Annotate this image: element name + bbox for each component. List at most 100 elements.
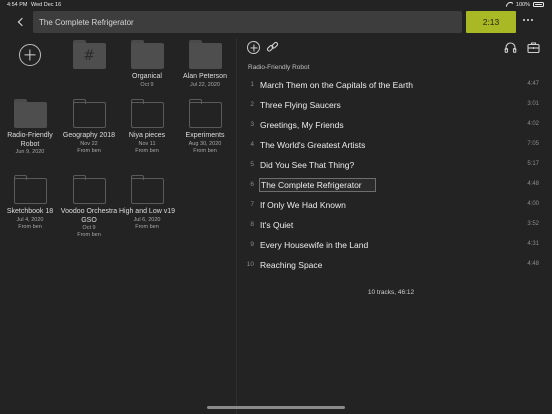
hash-folder-icon: # (72, 40, 106, 69)
track-row[interactable]: 2 Three Flying Saucers 3:01 (240, 95, 542, 115)
folder-owner: From ben (18, 223, 42, 230)
back-button[interactable] (12, 14, 28, 30)
folder-date: Oct 9 (140, 81, 154, 88)
track-duration: 4:00 (527, 201, 539, 207)
track-duration: 5:17 (527, 161, 539, 167)
track-row[interactable]: 7 If Only We Had Known 4:00 (240, 195, 542, 215)
folder-item[interactable]: Niya pieces Nov 11 From ben (118, 99, 176, 155)
tag-folder[interactable]: # (60, 40, 118, 73)
shared-folder-icon (130, 99, 164, 128)
folder-name: Organical (132, 73, 162, 80)
track-title: Did You See That Thing? (260, 160, 355, 170)
track-row[interactable]: 1 March Them on the Capitals of the Earth… (240, 75, 542, 95)
shared-folder-icon (130, 175, 164, 204)
folder-owner: From ben (77, 232, 101, 238)
timer-button[interactable]: 2:13 (466, 11, 516, 33)
track-row[interactable]: 9 Every Housewife in the Land 4:31 (240, 235, 542, 255)
folder-date: Jul 22, 2020 (190, 81, 220, 88)
shared-folder-icon (188, 99, 222, 128)
folder-date: Jul 4, 2020 (16, 216, 44, 223)
folder-name: Experiments (185, 132, 225, 139)
battery-percent: 100% (515, 1, 530, 8)
more-button[interactable] (521, 16, 535, 24)
home-indicator[interactable] (207, 406, 345, 409)
track-number: 7 (250, 201, 254, 208)
song-title-field[interactable]: The Complete Refrigerator (33, 11, 462, 33)
folder-date: Aug 30, 2020 (188, 140, 222, 147)
shared-folder-icon (72, 175, 106, 204)
track-duration: 4:48 (527, 261, 539, 267)
folder-grid: # Organical Oct 9 Alan Peterson Jul 22, … (0, 38, 236, 414)
track-title: Reaching Space (260, 260, 323, 270)
track-row[interactable]: 5 Did You See That Thing? 5:17 (240, 155, 542, 175)
track-title: March Them on the Capitals of the Earth (260, 80, 413, 90)
folder-date: Oct 9 (82, 225, 96, 231)
chevron-left-icon (17, 17, 26, 27)
folder-item[interactable]: Experiments Aug 30, 2020 From ben (176, 99, 234, 155)
track-duration: 4:31 (527, 241, 539, 247)
track-number: 2 (250, 101, 254, 108)
link-icon[interactable] (266, 41, 279, 54)
track-duration: 4:02 (527, 121, 539, 127)
track-title: It's Quiet (260, 220, 294, 230)
shared-folder-icon (72, 99, 106, 128)
folder-item[interactable]: Organical Oct 9 (118, 40, 176, 89)
new-folder-button[interactable] (1, 38, 59, 66)
folder-icon (188, 40, 222, 69)
track-title-editing[interactable]: The Complete Refrigerator (259, 178, 376, 192)
folder-item[interactable]: Sketchbook 18 Jul 4, 2020 From ben (1, 175, 59, 231)
folder-name: Voodoo Orchestra GSO (60, 208, 118, 224)
track-duration: 4:47 (527, 81, 539, 87)
folder-date: Jul 6, 2020 (133, 216, 161, 223)
folder-date: Jun 9, 2020 (15, 149, 45, 155)
shared-folder-icon (13, 175, 47, 204)
add-circle-icon[interactable] (247, 41, 260, 54)
track-number: 5 (250, 161, 254, 168)
track-number: 8 (250, 221, 254, 228)
folder-name: Alan Peterson (183, 73, 227, 80)
briefcase-icon[interactable] (527, 41, 540, 54)
status-time: 4:54 PM (7, 2, 28, 8)
track-row[interactable]: 3 Greetings, My Friends 4:02 (240, 115, 542, 135)
track-number: 10 (246, 261, 254, 268)
album-title: Radio-Friendly Robot (248, 64, 310, 71)
track-title: Every Housewife in the Land (260, 240, 369, 250)
folder-item[interactable]: Radio-Friendly Robot Jun 9, 2020 (1, 99, 59, 156)
folder-icon (13, 99, 47, 128)
track-list: 1 March Them on the Capitals of the Earth… (240, 75, 542, 275)
folder-date: Nov 11 (138, 140, 156, 147)
track-duration: 4:48 (527, 181, 539, 187)
folder-item[interactable]: Geography 2018 Nov 22 From ben (60, 99, 118, 155)
panel-divider (236, 38, 237, 414)
battery-icon (533, 2, 544, 7)
headphones-icon[interactable] (504, 41, 517, 54)
folder-name: High and Low v19 (118, 208, 176, 215)
folder-item[interactable]: Voodoo Orchestra GSO Oct 9 From ben (60, 175, 118, 239)
track-title: The World's Greatest Artists (260, 140, 366, 150)
folder-item[interactable]: Alan Peterson Jul 22, 2020 (176, 40, 234, 89)
album-summary: 10 tracks, 46:12 (367, 289, 415, 296)
folder-name: Radio-Friendly Robot (7, 132, 53, 148)
track-number: 9 (250, 241, 254, 248)
track-duration: 3:52 (527, 221, 539, 227)
track-title: If Only We Had Known (260, 200, 346, 210)
track-row-current[interactable]: 6 The Complete Refrigerator 4:48 (240, 175, 542, 195)
folder-item[interactable]: High and Low v19 Jul 6, 2020 From ben (118, 175, 176, 231)
track-number: 6 (250, 181, 254, 188)
status-right: 100% (506, 2, 544, 8)
folder-name: Niya pieces (128, 132, 166, 139)
track-duration: 7:05 (527, 141, 539, 147)
status-date: Wed Dec 16 (31, 2, 62, 8)
folder-icon (130, 40, 164, 69)
status-bar: 4:54 PM Wed Dec 16 100% (0, 0, 552, 10)
track-title: Three Flying Saucers (260, 100, 341, 110)
track-row[interactable]: 8 It's Quiet 3:52 (240, 215, 542, 235)
track-row[interactable]: 4 The World's Greatest Artists 7:05 (240, 135, 542, 155)
track-number: 1 (250, 81, 254, 88)
track-row[interactable]: 10 Reaching Space 4:48 (240, 255, 542, 275)
track-title: Greetings, My Friends (260, 120, 344, 130)
more-dots-icon (522, 18, 526, 22)
track-duration: 3:01 (527, 101, 539, 107)
track-number: 4 (250, 141, 254, 148)
track-number: 3 (250, 121, 254, 128)
